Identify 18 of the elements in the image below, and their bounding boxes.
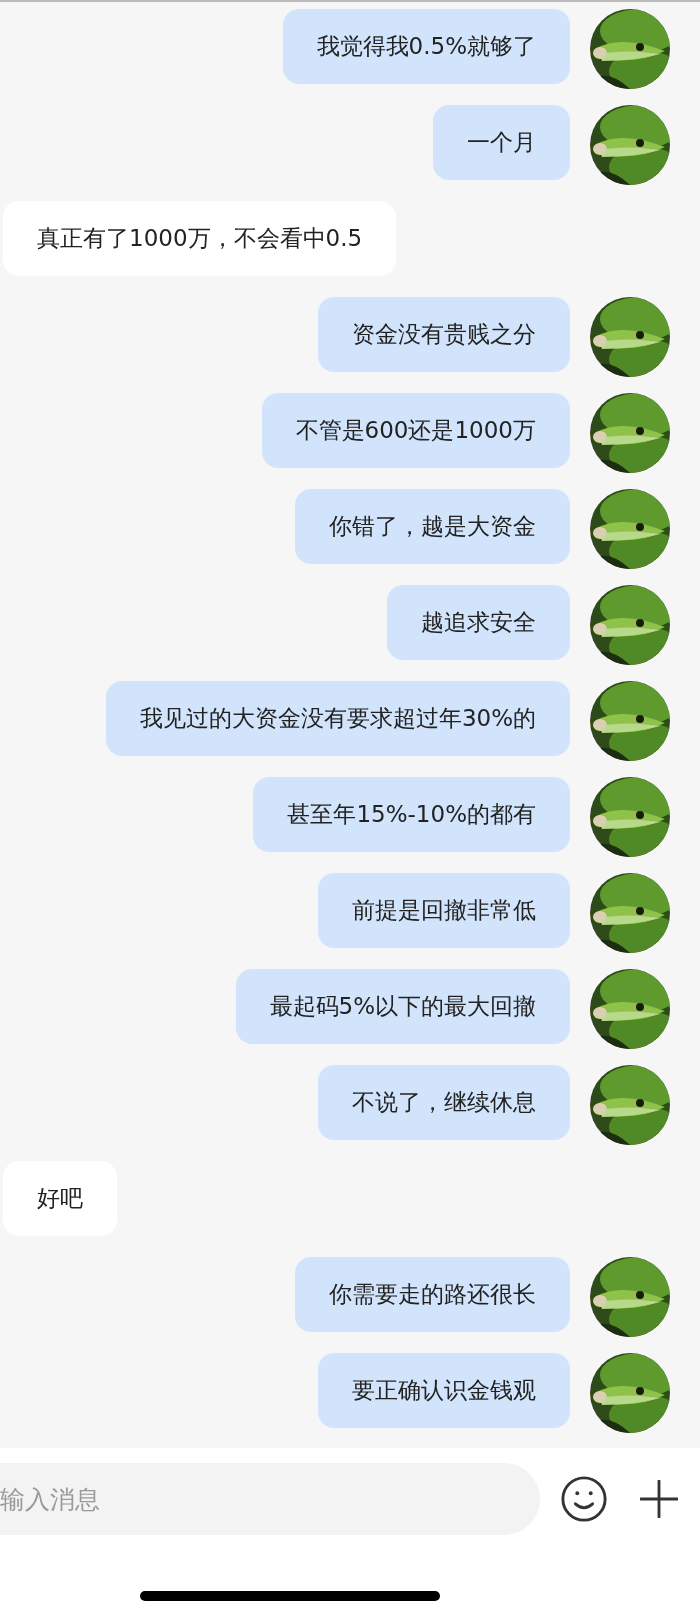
- message-bubble: 前提是回撤非常低: [318, 873, 570, 948]
- message-bubble: 我觉得我0.5%就够了: [282, 9, 570, 84]
- plus-icon[interactable]: [640, 1480, 678, 1518]
- message-bubble: 要正确认识金钱观: [318, 1353, 570, 1428]
- message-bubble: 你需要走的路还很长: [295, 1257, 570, 1332]
- message-bubble: 最起码5%以下的最大回撤: [235, 969, 570, 1044]
- emoji-icon[interactable]: [560, 1475, 608, 1523]
- message-bubble: 真正有了1000万，不会看中0.5: [3, 201, 397, 276]
- message-bubble: 好吧: [3, 1161, 117, 1236]
- message-bubble: 甚至年15%-10%的都有: [253, 777, 570, 852]
- message-bubble: 你错了，越是大资金: [295, 489, 570, 564]
- message-input[interactable]: 输入消息: [0, 1463, 540, 1535]
- message-bubble: 我见过的大资金没有要求超过年30%的: [105, 681, 570, 756]
- message-bubble: 一个月: [433, 105, 570, 180]
- message-bubble: 越追求安全: [387, 585, 570, 660]
- message-bubble: 不管是600还是1000万: [261, 393, 570, 468]
- message-bubble: 资金没有贵贱之分: [318, 297, 570, 372]
- message-bubble: 不说了，继续休息: [318, 1065, 570, 1140]
